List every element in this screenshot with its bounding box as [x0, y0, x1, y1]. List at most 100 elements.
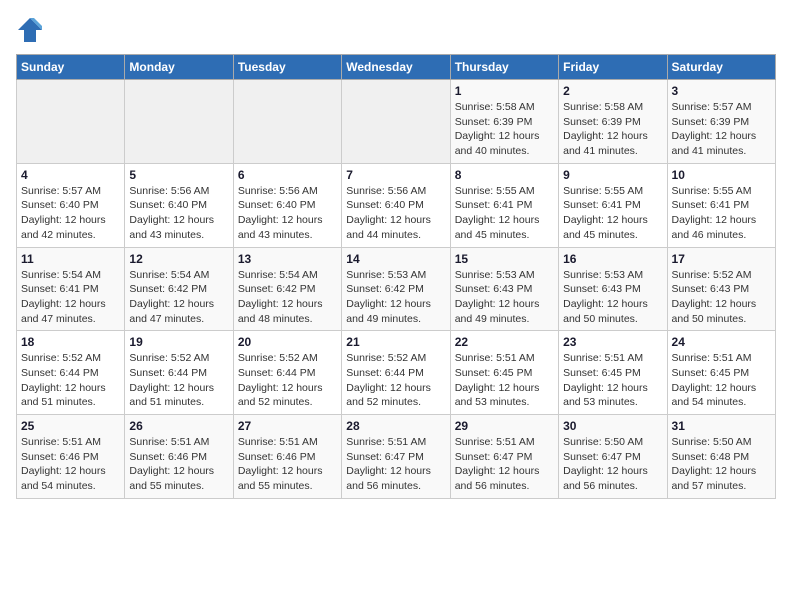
day-number: 19 [129, 335, 228, 349]
calendar-cell: 17 Sunrise: 5:52 AMSunset: 6:43 PMDayligh… [667, 247, 775, 331]
logo [16, 16, 48, 44]
day-detail: Sunrise: 5:58 AMSunset: 6:39 PMDaylight:… [455, 100, 554, 159]
day-detail: Sunrise: 5:55 AMSunset: 6:41 PMDaylight:… [563, 184, 662, 243]
weekday-header-friday: Friday [559, 55, 667, 80]
day-detail: Sunrise: 5:52 AMSunset: 6:44 PMDaylight:… [346, 351, 445, 410]
day-detail: Sunrise: 5:55 AMSunset: 6:41 PMDaylight:… [672, 184, 771, 243]
day-detail: Sunrise: 5:53 AMSunset: 6:43 PMDaylight:… [563, 268, 662, 327]
day-number: 4 [21, 168, 120, 182]
calendar-header-row: SundayMondayTuesdayWednesdayThursdayFrid… [17, 55, 776, 80]
logo-icon [16, 16, 44, 44]
day-detail: Sunrise: 5:51 AMSunset: 6:46 PMDaylight:… [21, 435, 120, 494]
day-number: 1 [455, 84, 554, 98]
calendar-cell: 14Sunrise: 5:53 AMSunset: 6:42 PMDayligh… [342, 247, 450, 331]
day-detail: Sunrise: 5:51 AMSunset: 6:45 PMDaylight:… [672, 351, 771, 410]
day-number: 9 [563, 168, 662, 182]
day-number: 15 [455, 252, 554, 266]
day-detail: Sunrise: 5:54 AMSunset: 6:42 PMDaylight:… [129, 268, 228, 327]
calendar-cell: 10 Sunrise: 5:55 AMSunset: 6:41 PMDayligh… [667, 163, 775, 247]
calendar-cell: 5 Sunrise: 5:56 AMSunset: 6:40 PMDaylight… [125, 163, 233, 247]
calendar-cell [342, 80, 450, 164]
weekday-header-wednesday: Wednesday [342, 55, 450, 80]
day-detail: Sunrise: 5:50 AMSunset: 6:48 PMDaylight:… [672, 435, 771, 494]
weekday-header-thursday: Thursday [450, 55, 558, 80]
calendar-cell: 4 Sunrise: 5:57 AMSunset: 6:40 PMDaylight… [17, 163, 125, 247]
day-detail: Sunrise: 5:51 AMSunset: 6:46 PMDaylight:… [129, 435, 228, 494]
day-number: 8 [455, 168, 554, 182]
day-detail: Sunrise: 5:57 AMSunset: 6:40 PMDaylight:… [21, 184, 120, 243]
calendar-cell: 22 Sunrise: 5:51 AMSunset: 6:45 PMDayligh… [450, 331, 558, 415]
day-number: 26 [129, 419, 228, 433]
day-detail: Sunrise: 5:51 AMSunset: 6:46 PMDaylight:… [238, 435, 337, 494]
calendar-cell [17, 80, 125, 164]
day-detail: Sunrise: 5:50 AMSunset: 6:47 PMDaylight:… [563, 435, 662, 494]
calendar-cell: 2 Sunrise: 5:58 AMSunset: 6:39 PMDaylight… [559, 80, 667, 164]
calendar-cell: 18 Sunrise: 5:52 AMSunset: 6:44 PMDayligh… [17, 331, 125, 415]
day-number: 18 [21, 335, 120, 349]
day-number: 3 [672, 84, 771, 98]
day-number: 30 [563, 419, 662, 433]
day-number: 22 [455, 335, 554, 349]
calendar-week-row: 18 Sunrise: 5:52 AMSunset: 6:44 PMDayligh… [17, 331, 776, 415]
day-detail: Sunrise: 5:54 AMSunset: 6:41 PMDaylight:… [21, 268, 120, 327]
day-number: 24 [672, 335, 771, 349]
calendar-cell: 19 Sunrise: 5:52 AMSunset: 6:44 PMDayligh… [125, 331, 233, 415]
calendar-cell: 28 Sunrise: 5:51 AMSunset: 6:47 PMDayligh… [342, 415, 450, 499]
day-number: 12 [129, 252, 228, 266]
day-detail: Sunrise: 5:51 AMSunset: 6:45 PMDaylight:… [563, 351, 662, 410]
day-detail: Sunrise: 5:56 AMSunset: 6:40 PMDaylight:… [129, 184, 228, 243]
calendar-cell: 3Sunrise: 5:57 AMSunset: 6:39 PMDaylight… [667, 80, 775, 164]
calendar-cell: 23 Sunrise: 5:51 AMSunset: 6:45 PMDayligh… [559, 331, 667, 415]
day-detail: Sunrise: 5:53 AMSunset: 6:42 PMDaylight:… [346, 268, 445, 327]
day-detail: Sunrise: 5:56 AMSunset: 6:40 PMDaylight:… [238, 184, 337, 243]
day-detail: Sunrise: 5:51 AMSunset: 6:45 PMDaylight:… [455, 351, 554, 410]
calendar-cell [125, 80, 233, 164]
calendar-cell: 12 Sunrise: 5:54 AMSunset: 6:42 PMDayligh… [125, 247, 233, 331]
calendar-cell: 1 Sunrise: 5:58 AMSunset: 6:39 PMDaylight… [450, 80, 558, 164]
day-number: 31 [672, 419, 771, 433]
day-number: 25 [21, 419, 120, 433]
calendar-cell: 16 Sunrise: 5:53 AMSunset: 6:43 PMDayligh… [559, 247, 667, 331]
calendar-cell: 24 Sunrise: 5:51 AMSunset: 6:45 PMDayligh… [667, 331, 775, 415]
calendar-cell: 15Sunrise: 5:53 AMSunset: 6:43 PMDayligh… [450, 247, 558, 331]
day-detail: Sunrise: 5:52 AMSunset: 6:44 PMDaylight:… [21, 351, 120, 410]
weekday-header-monday: Monday [125, 55, 233, 80]
day-detail: Sunrise: 5:56 AMSunset: 6:40 PMDaylight:… [346, 184, 445, 243]
day-detail: Sunrise: 5:54 AMSunset: 6:42 PMDaylight:… [238, 268, 337, 327]
day-detail: Sunrise: 5:51 AMSunset: 6:47 PMDaylight:… [346, 435, 445, 494]
day-detail: Sunrise: 5:52 AMSunset: 6:43 PMDaylight:… [672, 268, 771, 327]
calendar-cell: 13 Sunrise: 5:54 AMSunset: 6:42 PMDayligh… [233, 247, 341, 331]
day-number: 7 [346, 168, 445, 182]
calendar-week-row: 1 Sunrise: 5:58 AMSunset: 6:39 PMDaylight… [17, 80, 776, 164]
day-detail: Sunrise: 5:58 AMSunset: 6:39 PMDaylight:… [563, 100, 662, 159]
calendar-cell: 26 Sunrise: 5:51 AMSunset: 6:46 PMDayligh… [125, 415, 233, 499]
day-number: 16 [563, 252, 662, 266]
day-detail: Sunrise: 5:52 AMSunset: 6:44 PMDaylight:… [129, 351, 228, 410]
day-number: 10 [672, 168, 771, 182]
day-detail: Sunrise: 5:51 AMSunset: 6:47 PMDaylight:… [455, 435, 554, 494]
day-number: 13 [238, 252, 337, 266]
weekday-header-sunday: Sunday [17, 55, 125, 80]
calendar-cell: 30 Sunrise: 5:50 AMSunset: 6:47 PMDayligh… [559, 415, 667, 499]
calendar-cell [233, 80, 341, 164]
calendar-week-row: 4 Sunrise: 5:57 AMSunset: 6:40 PMDaylight… [17, 163, 776, 247]
calendar-cell: 9 Sunrise: 5:55 AMSunset: 6:41 PMDaylight… [559, 163, 667, 247]
day-number: 29 [455, 419, 554, 433]
day-number: 6 [238, 168, 337, 182]
day-number: 28 [346, 419, 445, 433]
calendar-cell: 6 Sunrise: 5:56 AMSunset: 6:40 PMDaylight… [233, 163, 341, 247]
day-number: 5 [129, 168, 228, 182]
calendar-cell: 27Sunrise: 5:51 AMSunset: 6:46 PMDayligh… [233, 415, 341, 499]
calendar-cell: 25 Sunrise: 5:51 AMSunset: 6:46 PMDayligh… [17, 415, 125, 499]
weekday-header-tuesday: Tuesday [233, 55, 341, 80]
calendar-cell: 21Sunrise: 5:52 AMSunset: 6:44 PMDayligh… [342, 331, 450, 415]
calendar-cell: 29 Sunrise: 5:51 AMSunset: 6:47 PMDayligh… [450, 415, 558, 499]
day-number: 23 [563, 335, 662, 349]
calendar-cell: 8Sunrise: 5:55 AMSunset: 6:41 PMDaylight… [450, 163, 558, 247]
calendar-cell: 7 Sunrise: 5:56 AMSunset: 6:40 PMDaylight… [342, 163, 450, 247]
day-number: 17 [672, 252, 771, 266]
calendar-cell: 20Sunrise: 5:52 AMSunset: 6:44 PMDayligh… [233, 331, 341, 415]
calendar-cell: 31 Sunrise: 5:50 AMSunset: 6:48 PMDayligh… [667, 415, 775, 499]
day-number: 2 [563, 84, 662, 98]
calendar-cell: 11Sunrise: 5:54 AMSunset: 6:41 PMDayligh… [17, 247, 125, 331]
